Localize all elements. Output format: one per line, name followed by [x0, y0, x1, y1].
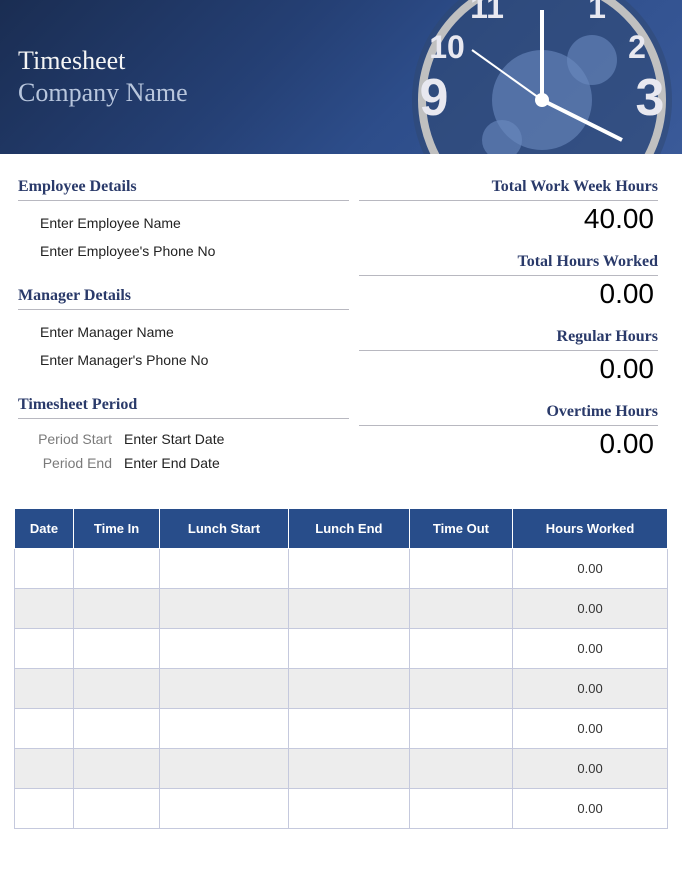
cell-date[interactable]: [15, 789, 74, 829]
timesheet-period-heading: Timesheet Period: [18, 396, 349, 419]
manager-details-heading: Manager Details: [18, 287, 349, 310]
total-hours-worked-value: 0.00: [359, 278, 658, 310]
table-row: 0.00: [15, 629, 668, 669]
cell-lunch-start[interactable]: [160, 629, 289, 669]
cell-time-in[interactable]: [73, 549, 159, 589]
svg-text:11: 11: [470, 0, 504, 25]
col-lunch-start: Lunch Start: [160, 509, 289, 549]
total-hours-worked-label: Total Hours Worked: [359, 253, 658, 276]
cell-hours-worked: 0.00: [513, 789, 668, 829]
svg-text:3: 3: [636, 69, 665, 127]
col-time-in: Time In: [73, 509, 159, 549]
timesheet-table: Date Time In Lunch Start Lunch End Time …: [14, 508, 668, 829]
work-week-hours-value: 40.00: [359, 203, 658, 235]
cell-lunch-end[interactable]: [288, 709, 409, 749]
cell-date[interactable]: [15, 549, 74, 589]
cell-time-in[interactable]: [73, 789, 159, 829]
cell-date[interactable]: [15, 709, 74, 749]
cell-time-out[interactable]: [409, 789, 512, 829]
period-start-field[interactable]: Enter Start Date: [124, 431, 224, 447]
cell-date[interactable]: [15, 589, 74, 629]
col-date: Date: [15, 509, 74, 549]
cell-date[interactable]: [15, 669, 74, 709]
regular-hours-label: Regular Hours: [359, 328, 658, 351]
cell-lunch-end[interactable]: [288, 749, 409, 789]
manager-phone-field[interactable]: Enter Manager's Phone No: [18, 346, 349, 374]
col-hours-worked: Hours Worked: [513, 509, 668, 549]
cell-lunch-end[interactable]: [288, 669, 409, 709]
cell-time-out[interactable]: [409, 549, 512, 589]
cell-lunch-start[interactable]: [160, 589, 289, 629]
cell-lunch-start[interactable]: [160, 669, 289, 709]
period-end-label: Period End: [26, 455, 112, 471]
cell-date[interactable]: [15, 749, 74, 789]
svg-text:1: 1: [588, 0, 606, 25]
table-row: 0.00: [15, 549, 668, 589]
cell-lunch-end[interactable]: [288, 629, 409, 669]
cell-time-in[interactable]: [73, 669, 159, 709]
work-week-hours-label: Total Work Week Hours: [359, 178, 658, 201]
cell-lunch-end[interactable]: [288, 589, 409, 629]
period-start-label: Period Start: [26, 431, 112, 447]
regular-hours-value: 0.00: [359, 353, 658, 385]
cell-lunch-end[interactable]: [288, 789, 409, 829]
employee-phone-field[interactable]: Enter Employee's Phone No: [18, 237, 349, 265]
cell-date[interactable]: [15, 629, 74, 669]
table-row: 0.00: [15, 789, 668, 829]
cell-lunch-start[interactable]: [160, 709, 289, 749]
company-name: Company Name: [18, 78, 188, 108]
svg-text:12: 12: [513, 0, 571, 10]
cell-hours-worked: 0.00: [513, 589, 668, 629]
table-row: 0.00: [15, 709, 668, 749]
table-row: 0.00: [15, 589, 668, 629]
cell-time-out[interactable]: [409, 589, 512, 629]
svg-text:9: 9: [420, 69, 449, 127]
cell-time-out[interactable]: [409, 669, 512, 709]
overtime-hours-label: Overtime Hours: [359, 403, 658, 426]
cell-hours-worked: 0.00: [513, 709, 668, 749]
employee-name-field[interactable]: Enter Employee Name: [18, 209, 349, 237]
cell-time-out[interactable]: [409, 749, 512, 789]
cell-time-out[interactable]: [409, 629, 512, 669]
clock-graphic: 12 3 9 6 1 2 11 10: [392, 0, 682, 154]
header-banner: Timesheet Company Name 12 3 9 6 1 2 11 1…: [0, 0, 682, 154]
period-end-field[interactable]: Enter End Date: [124, 455, 220, 471]
cell-lunch-start[interactable]: [160, 549, 289, 589]
cell-time-in[interactable]: [73, 629, 159, 669]
cell-hours-worked: 0.00: [513, 749, 668, 789]
col-time-out: Time Out: [409, 509, 512, 549]
svg-text:10: 10: [429, 29, 465, 65]
doc-title: Timesheet: [18, 46, 188, 76]
cell-time-out[interactable]: [409, 709, 512, 749]
cell-lunch-start[interactable]: [160, 749, 289, 789]
employee-details-heading: Employee Details: [18, 178, 349, 201]
cell-hours-worked: 0.00: [513, 669, 668, 709]
cell-hours-worked: 0.00: [513, 629, 668, 669]
svg-text:2: 2: [628, 29, 646, 65]
cell-time-in[interactable]: [73, 749, 159, 789]
cell-lunch-start[interactable]: [160, 789, 289, 829]
overtime-hours-value: 0.00: [359, 428, 658, 460]
table-row: 0.00: [15, 669, 668, 709]
cell-time-in[interactable]: [73, 709, 159, 749]
manager-name-field[interactable]: Enter Manager Name: [18, 318, 349, 346]
col-lunch-end: Lunch End: [288, 509, 409, 549]
cell-hours-worked: 0.00: [513, 549, 668, 589]
cell-lunch-end[interactable]: [288, 549, 409, 589]
table-row: 0.00: [15, 749, 668, 789]
cell-time-in[interactable]: [73, 589, 159, 629]
